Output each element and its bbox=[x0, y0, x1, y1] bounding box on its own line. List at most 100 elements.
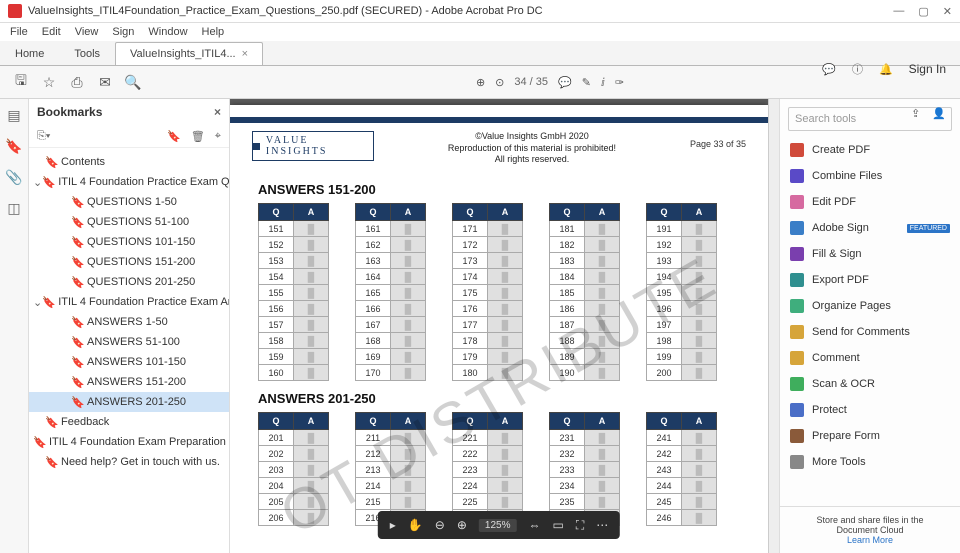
tab-tools[interactable]: Tools bbox=[59, 42, 115, 65]
document-viewer[interactable]: VALUE INSIGHTS ©Value Insights GmbH 2020… bbox=[230, 99, 768, 553]
app-icon bbox=[8, 4, 22, 18]
brand-logo: VALUE INSIGHTS bbox=[252, 131, 374, 161]
chat-icon[interactable]: 💬 bbox=[822, 63, 836, 76]
fit-page-icon[interactable]: ▭ bbox=[552, 518, 563, 532]
tab-home[interactable]: Home bbox=[0, 42, 59, 65]
bookmark-item[interactable]: 🔖ITIL 4 Foundation Exam Preparation Vide… bbox=[29, 432, 229, 452]
menu-sign[interactable]: Sign bbox=[112, 26, 134, 38]
question-icon[interactable]: ⓘ bbox=[852, 61, 863, 77]
tool-icon bbox=[790, 221, 804, 235]
bookmark-item[interactable]: 🔖ANSWERS 101-150 bbox=[29, 352, 229, 372]
section-heading-1: ANSWERS 151-200 bbox=[258, 182, 768, 197]
layers-icon[interactable]: ◫ bbox=[7, 200, 20, 217]
tool-protect[interactable]: Protect bbox=[780, 397, 960, 423]
star-icon[interactable]: ☆ bbox=[38, 71, 60, 93]
menu-edit[interactable]: Edit bbox=[42, 26, 61, 38]
minimize-icon[interactable]: — bbox=[893, 5, 904, 18]
thumbnails-icon[interactable]: ▤ bbox=[7, 107, 20, 124]
panel-close-icon[interactable]: × bbox=[214, 105, 221, 119]
tool-scan-ocr[interactable]: Scan & OCR bbox=[780, 371, 960, 397]
menu-view[interactable]: View bbox=[75, 26, 99, 38]
page-down-icon[interactable]: ⊙ bbox=[495, 76, 504, 89]
sign-in-link[interactable]: Sign In bbox=[909, 62, 946, 76]
window-title: ValueInsights_ITIL4Foundation_Practice_E… bbox=[28, 5, 543, 17]
mail-icon[interactable]: ✉ bbox=[94, 71, 116, 93]
page-number: Page 33 of 35 bbox=[690, 131, 746, 149]
answer-table: QA191█192█193█194█195█196█197█198█199█20… bbox=[646, 203, 717, 381]
comment-icon[interactable]: 💬 bbox=[558, 76, 572, 89]
page-indicator[interactable]: 34 / 35 bbox=[514, 76, 548, 88]
fit-width-icon[interactable]: ⇔ bbox=[528, 518, 540, 532]
menu-help[interactable]: Help bbox=[202, 26, 225, 38]
tool-prepare-form[interactable]: Prepare Form bbox=[780, 423, 960, 449]
bookmark-item[interactable]: 🔖ANSWERS 201-250 bbox=[29, 392, 229, 412]
bookmark-item[interactable]: ⌄🔖ITIL 4 Foundation Practice Exam Answer… bbox=[29, 292, 229, 312]
bookmark-item[interactable]: 🔖QUESTIONS 1-50 bbox=[29, 192, 229, 212]
bookmark-item[interactable]: 🔖Need help? Get in touch with us. bbox=[29, 452, 229, 472]
hand-tool-icon[interactable]: ✋ bbox=[408, 518, 423, 532]
bookmark-item[interactable]: 🔖Feedback bbox=[29, 412, 229, 432]
tab-close-icon[interactable]: × bbox=[242, 48, 248, 60]
bm-delete-icon[interactable]: 🗑 bbox=[191, 130, 205, 143]
menu-file[interactable]: File bbox=[10, 26, 28, 38]
answer-table: QA171█172█173█174█175█176█177█178█179█18… bbox=[452, 203, 523, 381]
search-icon[interactable]: 🔍 bbox=[122, 71, 144, 93]
zoom-in-icon[interactable]: ⊕ bbox=[457, 518, 467, 532]
bookmark-item[interactable]: 🔖ANSWERS 51-100 bbox=[29, 332, 229, 352]
print-icon[interactable]: ⎙ bbox=[66, 71, 88, 93]
save-icon[interactable]: 🖫 bbox=[10, 71, 32, 93]
stamp-icon[interactable]: ✑ bbox=[615, 76, 624, 89]
bookmark-item[interactable]: 🔖QUESTIONS 151-200 bbox=[29, 252, 229, 272]
bookmarks-icon[interactable]: 🔖 bbox=[5, 138, 22, 155]
answer-table: QA161█162█163█164█165█166█167█168█169█17… bbox=[355, 203, 426, 381]
zoom-out-icon[interactable]: ⊖ bbox=[435, 518, 445, 532]
bookmark-item[interactable]: 🔖QUESTIONS 51-100 bbox=[29, 212, 229, 232]
window-controls: — ▢ ✕ bbox=[893, 5, 952, 18]
tool-create-pdf[interactable]: Create PDF bbox=[780, 137, 960, 163]
scrollbar[interactable] bbox=[768, 99, 779, 553]
menu-window[interactable]: Window bbox=[148, 26, 187, 38]
answer-table: QA151█152█153█154█155█156█157█158█159█16… bbox=[258, 203, 329, 381]
bm-new-icon[interactable]: 🔖 bbox=[167, 130, 181, 143]
zoom-level[interactable]: 125% bbox=[479, 519, 517, 532]
bookmark-item[interactable]: 🔖ANSWERS 1-50 bbox=[29, 312, 229, 332]
page-up-icon[interactable]: ⊕ bbox=[476, 76, 485, 89]
tool-icon bbox=[790, 143, 804, 157]
bookmarks-panel: Bookmarks× ⎘▾ 🔖 🗑 ⌖ 🔖Contents⌄🔖ITIL 4 Fo… bbox=[29, 99, 230, 553]
tool-more-tools[interactable]: More Tools bbox=[780, 449, 960, 475]
people-icon[interactable]: 👤 bbox=[932, 107, 946, 120]
close-icon[interactable]: ✕ bbox=[943, 5, 952, 18]
learn-more-link[interactable]: Learn More bbox=[847, 535, 893, 545]
share-icon[interactable]: ⇪ bbox=[911, 107, 920, 120]
tool-icon bbox=[790, 195, 804, 209]
bookmark-item[interactable]: 🔖ANSWERS 151-200 bbox=[29, 372, 229, 392]
bookmarks-toolbar: ⎘▾ 🔖 🗑 ⌖ bbox=[29, 125, 229, 148]
bookmark-item[interactable]: ⌄🔖ITIL 4 Foundation Practice Exam Questi… bbox=[29, 172, 229, 192]
tool-send-for-comments[interactable]: Send for Comments bbox=[780, 319, 960, 345]
tool-icon bbox=[790, 377, 804, 391]
answer-table: QA201█202█203█204█205█206█ bbox=[258, 412, 329, 526]
attachments-icon[interactable]: 📎 bbox=[5, 169, 22, 186]
tool-icon bbox=[790, 403, 804, 417]
bell-icon[interactable]: 🔔 bbox=[879, 63, 893, 76]
bookmark-item[interactable]: 🔖Contents bbox=[29, 152, 229, 172]
tool-icon bbox=[790, 247, 804, 261]
tool-fill-sign[interactable]: Fill & Sign bbox=[780, 241, 960, 267]
pen-icon[interactable]: ✎ bbox=[582, 76, 591, 89]
bm-find-icon[interactable]: ⌖ bbox=[215, 130, 221, 143]
tool-organize-pages[interactable]: Organize Pages bbox=[780, 293, 960, 319]
maximize-icon[interactable]: ▢ bbox=[918, 5, 928, 18]
page-header-center: ©Value Insights GmbH 2020Reproduction of… bbox=[374, 131, 690, 166]
select-tool-icon[interactable]: ▸ bbox=[390, 518, 396, 532]
tab-document[interactable]: ValueInsights_ITIL4...× bbox=[115, 42, 263, 65]
more-icon[interactable]: ⋯ bbox=[596, 518, 608, 532]
bookmark-item[interactable]: 🔖QUESTIONS 101-150 bbox=[29, 232, 229, 252]
bm-options-icon[interactable]: ⎘▾ bbox=[37, 130, 50, 143]
highlight-icon[interactable]: ⅈ bbox=[601, 76, 605, 89]
tool-combine-files[interactable]: Combine Files bbox=[780, 163, 960, 189]
tool-export-pdf[interactable]: Export PDF bbox=[780, 267, 960, 293]
tool-edit-pdf[interactable]: Edit PDF bbox=[780, 189, 960, 215]
tool-comment[interactable]: Comment bbox=[780, 345, 960, 371]
tool-adobe-sign[interactable]: Adobe SignFEATURED bbox=[780, 215, 960, 241]
bookmark-item[interactable]: 🔖QUESTIONS 201-250 bbox=[29, 272, 229, 292]
